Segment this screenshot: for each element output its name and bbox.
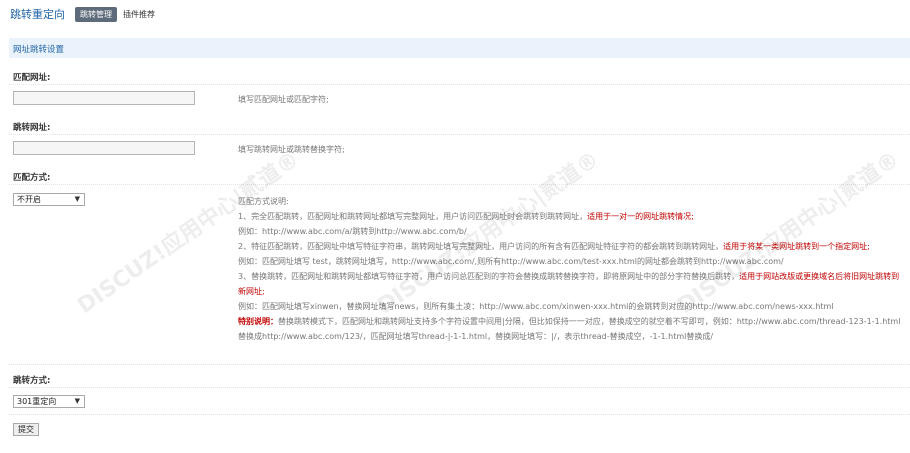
match-mode-select[interactable]: 不开启 ▼ <box>13 193 85 206</box>
plugin-title[interactable]: 跳转重定向 <box>10 6 65 22</box>
item-2-highlight: 适用于将某一类网址跳转到一个指定网址; <box>723 242 870 251</box>
redirect-mode-select[interactable]: 301重定向 ▼ <box>13 395 85 408</box>
tab-plugin-recommend[interactable]: 插件推荐 <box>123 9 155 20</box>
divider <box>9 134 910 135</box>
item-3-text: 3、替换跳转，匹配网址和跳转网址都填写特征字符，用户访问总匹配到的字符会替换成跳… <box>238 272 740 281</box>
submit-button[interactable]: 提交 <box>13 423 39 436</box>
redirect-url-tip: 填写跳转网址或跳转替换字符; <box>238 145 345 154</box>
match-mode-description: 匹配方式说明: 1、完全匹配跳转，匹配网址和跳转网址都填写完整网址，用户访问匹配… <box>238 194 906 344</box>
redirect-mode-value: 301重定向 <box>17 397 57 406</box>
divider <box>9 84 910 85</box>
match-url-tip: 填写匹配网址或匹配字符; <box>238 95 329 104</box>
match-mode-value: 不开启 <box>17 195 41 204</box>
divider <box>9 364 910 365</box>
chevron-down-icon: ▼ <box>74 195 80 203</box>
redirect-url-label: 跳转网址: <box>13 123 51 133</box>
chevron-down-icon: ▼ <box>74 397 80 405</box>
match-url-label: 匹配网址: <box>13 73 51 83</box>
item-2-text: 2、特征匹配跳转，匹配网址中填写特征字符串，跳转网址填写完整网址，用户访问的所有… <box>238 242 724 251</box>
divider <box>9 184 910 185</box>
tab-redirect-management[interactable]: 跳转管理 <box>75 6 117 22</box>
description-special-note: 特别说明：替换跳转模式下，匹配网址和跳转网址支持多个字符设置中间用|分隔，但比如… <box>238 314 906 344</box>
redirect-mode-label: 跳转方式: <box>13 376 51 386</box>
item-1-text: 1、完全匹配跳转，匹配网址和跳转网址都填写完整网址，用户访问匹配网址时会跳转到跳… <box>238 212 588 221</box>
description-item-3-example: 例如：匹配网址填写xinwen，替换网址填写news，则所有集土凌：http:/… <box>238 302 834 311</box>
top-nav: 跳转重定向 跳转管理 插件推荐 <box>10 6 155 22</box>
description-item-2: 2、特征匹配跳转，匹配网址中填写特征字符串，跳转网址填写完整网址，用户访问的所有… <box>238 239 906 254</box>
description-title: 匹配方式说明: <box>238 197 289 206</box>
divider <box>9 414 910 415</box>
description-item-1-example: 例如：http://www.abc.com/a/跳转到http://www.ab… <box>238 227 467 236</box>
item-1-highlight: 适用于一对一的网址跳转情况; <box>587 212 694 221</box>
match-url-input[interactable] <box>13 91 195 105</box>
section-header: 网址跳转设置 <box>9 38 910 58</box>
match-mode-label: 匹配方式: <box>13 173 51 183</box>
description-item-3: 3、替换跳转，匹配网址和跳转网址都填写特征字符，用户访问总匹配到的字符会替换成跳… <box>238 269 906 299</box>
description-item-1: 1、完全匹配跳转，匹配网址和跳转网址都填写完整网址，用户访问匹配网址时会跳转到跳… <box>238 209 906 224</box>
divider <box>9 387 910 388</box>
redirect-url-input[interactable] <box>13 141 195 155</box>
section-title: 网址跳转设置 <box>13 45 65 55</box>
special-note-text: 替换跳转模式下，匹配网址和跳转网址支持多个字符设置中间用|分隔，但比如保持一一对… <box>238 317 901 341</box>
special-note-label: 特别说明： <box>238 317 278 326</box>
description-item-2-example: 例如：匹配网址填写 test，跳转网址填写，http://www.abc.com… <box>238 257 784 266</box>
